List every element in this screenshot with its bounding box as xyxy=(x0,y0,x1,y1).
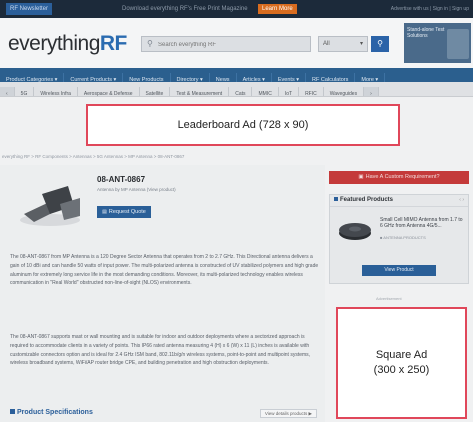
topic-item[interactable]: Aerospace & Defense xyxy=(78,87,140,96)
magnifier-icon: ⚲ xyxy=(377,39,383,48)
document-icon: ▤ xyxy=(102,209,107,215)
request-quote-label: Request Quote xyxy=(108,209,146,215)
logo-text: everything xyxy=(8,32,100,55)
topic-item[interactable]: Cats xyxy=(229,87,253,96)
nav-item-new-products[interactable]: New Products xyxy=(123,73,171,82)
topic-item[interactable]: MMIC xyxy=(252,87,279,96)
specifications-title: Product Specifications xyxy=(10,409,93,416)
nav-item-articles[interactable]: Articles ▾ xyxy=(237,73,272,82)
square-ad[interactable]: Square Ad (300 x 250) xyxy=(336,307,467,419)
topic-nav: ‹ 5G Wireless Infra Aerospace & Defense Sate… xyxy=(0,82,473,97)
header-ad-banner[interactable]: Stand-alone Test Solutions xyxy=(404,23,471,63)
topic-nav-next-arrow[interactable]: › xyxy=(364,87,379,96)
specifications-title-text: Product Specifications xyxy=(17,409,93,416)
site-header: everythingRF ⚲ All ▾ ⚲ Stand-alone Test … xyxy=(0,18,473,68)
view-details-button[interactable]: View details products ▶ xyxy=(259,409,317,418)
view-product-button[interactable]: View Product xyxy=(362,265,436,276)
product-subtitle[interactable]: Antenna by MP Antenna (View product) xyxy=(97,187,176,192)
nav-item-events[interactable]: Events ▾ xyxy=(272,73,306,82)
product-description-paragraph-1: The 08-ANT-0867 from MP Antenna is a 120… xyxy=(10,254,319,287)
logo-accent: RF xyxy=(99,32,128,55)
featured-products-title-text: Featured Products xyxy=(340,197,394,203)
section-marker-icon xyxy=(10,409,15,414)
featured-carousel-arrows[interactable]: ‹ › xyxy=(459,197,464,203)
search-box[interactable]: ⚲ xyxy=(141,36,311,52)
top-bar: RF Newsletter Download everything RF's F… xyxy=(0,0,473,18)
nav-item-more[interactable]: More ▾ xyxy=(355,73,386,82)
search-input[interactable] xyxy=(158,39,308,50)
section-marker-icon xyxy=(334,197,338,201)
search-category-select[interactable]: All ▾ xyxy=(318,36,368,52)
request-quote-button[interactable]: ▤ Request Quote xyxy=(97,206,151,218)
header-ad-text: Stand-alone Test Solutions xyxy=(407,27,445,39)
topic-nav-prev-arrow[interactable]: ‹ xyxy=(0,87,15,96)
square-ad-label-line1: Square Ad xyxy=(375,349,428,361)
clipboard-icon: ▣ xyxy=(358,174,364,180)
nav-item-news[interactable]: News xyxy=(210,73,237,82)
featured-products-header: Featured Products ‹ › xyxy=(330,195,468,207)
custom-requirement-button[interactable]: ▣ Have A Custom Requirement? xyxy=(329,171,469,184)
advertisement-label: Advertisement xyxy=(376,296,402,301)
custom-requirement-label: Have A Custom Requirement? xyxy=(365,174,440,180)
site-logo[interactable]: everythingRF xyxy=(8,32,127,56)
topic-item[interactable]: RFIC xyxy=(299,87,324,96)
search-icon: ⚲ xyxy=(147,39,153,48)
product-specifications-header: Product Specifications View details prod… xyxy=(10,408,323,420)
product-description-paragraph-2: The 08-ANT-0867 supports mast or wall mo… xyxy=(10,334,311,367)
featured-products-panel: Featured Products ‹ › Small Cell MIMO An… xyxy=(329,194,469,284)
learn-more-button[interactable]: Learn More xyxy=(258,4,297,14)
nav-item-product-categories[interactable]: Product Categories ▾ xyxy=(0,73,65,82)
promo-text: Download everything RF's Free Print Maga… xyxy=(122,6,248,12)
square-ad-label-line2: (300 x 250) xyxy=(373,364,430,376)
product-image[interactable] xyxy=(14,176,84,232)
topic-item[interactable]: Test & Measurement xyxy=(170,87,230,96)
leaderboard-ad[interactable]: Leaderboard Ad (728 x 90) xyxy=(86,104,400,146)
topic-item[interactable]: 5G xyxy=(15,87,35,96)
leaderboard-ad-label: Leaderboard Ad (728 x 90) xyxy=(177,119,309,131)
breadcrumb[interactable]: everything RF > RF Components > Antennas… xyxy=(2,154,302,162)
search-button[interactable]: ⚲ xyxy=(371,36,389,52)
featured-product-brand: ■ ANTENNA PRODUCTS xyxy=(380,235,426,240)
page: RF Newsletter Download everything RF's F… xyxy=(0,0,473,422)
nav-item-rf-calculators[interactable]: RF Calculators xyxy=(306,73,356,82)
featured-product-title[interactable]: Small Cell MIMO Antenna from 1.7 to 6 GH… xyxy=(380,217,466,229)
topic-item[interactable]: Satellite xyxy=(140,87,171,96)
select-value: All xyxy=(323,41,330,47)
product-title: 08-ANT-0867 xyxy=(97,175,146,184)
header-ad-image xyxy=(447,29,469,59)
nav-item-current-products[interactable]: Current Products ▾ xyxy=(64,73,124,82)
newsletter-link[interactable]: RF Newsletter xyxy=(6,3,53,15)
featured-antenna-cap xyxy=(349,226,361,232)
featured-product-image[interactable] xyxy=(337,217,373,243)
featured-products-title: Featured Products xyxy=(334,197,393,203)
topic-item[interactable]: Waveguides xyxy=(324,87,365,96)
chevron-down-icon: ▾ xyxy=(359,41,363,47)
topic-item[interactable]: IoT xyxy=(279,87,300,96)
topic-item[interactable]: Wireless Infra xyxy=(34,87,78,96)
nav-item-directory[interactable]: Directory ▾ xyxy=(171,73,210,82)
main-nav: Product Categories ▾ Current Products ▾ Ne… xyxy=(0,68,473,82)
account-links[interactable]: Advertise with us | Sign in | Sign up xyxy=(391,4,469,14)
